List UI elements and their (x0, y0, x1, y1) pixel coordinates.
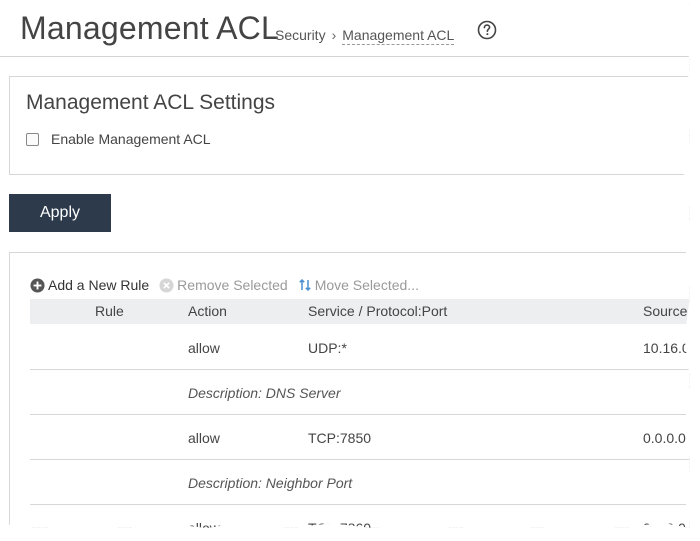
apply-button[interactable]: Apply (9, 194, 111, 232)
move-selected-label: Move Selected... (314, 277, 419, 293)
add-circle-icon (30, 277, 45, 293)
row-action: allow (188, 520, 220, 528)
breadcrumb-security[interactable]: Security (275, 27, 326, 43)
row-description: Description: DNS Server (188, 385, 341, 401)
row-description: Description: Neighbor Port (188, 475, 353, 491)
col-action[interactable]: Action (188, 303, 227, 319)
table-header: Rule Action Service / Protocol:Port Sour… (30, 299, 690, 324)
col-rule[interactable]: Rule (95, 303, 124, 319)
help-icon[interactable] (477, 20, 497, 40)
table-row[interactable]: allow TCP:7850 0.0.0.0 (30, 414, 690, 460)
move-arrows-icon (298, 278, 311, 292)
col-service[interactable]: Service / Protocol:Port (308, 303, 447, 319)
row-service: TCP:7850 (308, 430, 372, 446)
row-source: 0.0.0.0 (643, 520, 686, 528)
page-title: Management ACL (20, 10, 279, 46)
enable-acl-row: Enable Management ACL (26, 131, 211, 147)
row-source: 0.0.0.0 (643, 430, 686, 446)
breadcrumb-chevron-icon: › (331, 27, 337, 43)
enable-acl-checkbox[interactable] (26, 132, 39, 146)
remove-selected-button[interactable]: Remove Selected (159, 277, 288, 293)
table-row[interactable]: allow TCP:7860 0.0.0.0 (30, 504, 690, 528)
table-row-description: Description: DNS Server (30, 369, 690, 415)
row-action: allow (188, 430, 220, 446)
row-action: allow (188, 340, 220, 356)
table-row-description: Description: Neighbor Port (30, 459, 690, 505)
settings-title: Management ACL Settings (26, 91, 276, 114)
rules-panel: Add a New Rule Remove Selected Move Sele… (9, 252, 690, 528)
add-rule-button[interactable]: Add a New Rule (30, 277, 149, 293)
add-rule-label: Add a New Rule (48, 277, 150, 293)
table-row[interactable]: allow UDP:* 10.16.0 (30, 324, 690, 370)
settings-panel: Management ACL Settings Enable Managemen… (9, 76, 690, 175)
remove-selected-label: Remove Selected (177, 277, 288, 293)
col-source[interactable]: Source (643, 303, 687, 319)
row-source: 10.16.0 (643, 340, 690, 356)
breadcrumb: Security › Management ACL (275, 27, 455, 45)
move-selected-button[interactable]: Move Selected... (298, 277, 419, 293)
window-frame: Management ACL Security › Management ACL M… (0, 0, 690, 528)
page-header: Management ACL Security › Management ACL (0, 0, 690, 57)
breadcrumb-current[interactable]: Management ACL (342, 27, 455, 45)
enable-acl-label[interactable]: Enable Management ACL (51, 131, 211, 147)
rules-toolbar: Add a New Rule Remove Selected Move Sele… (30, 277, 429, 293)
row-service: TCP:7860 (308, 520, 372, 528)
remove-circle-icon (159, 277, 174, 293)
row-service: UDP:* (308, 340, 347, 356)
